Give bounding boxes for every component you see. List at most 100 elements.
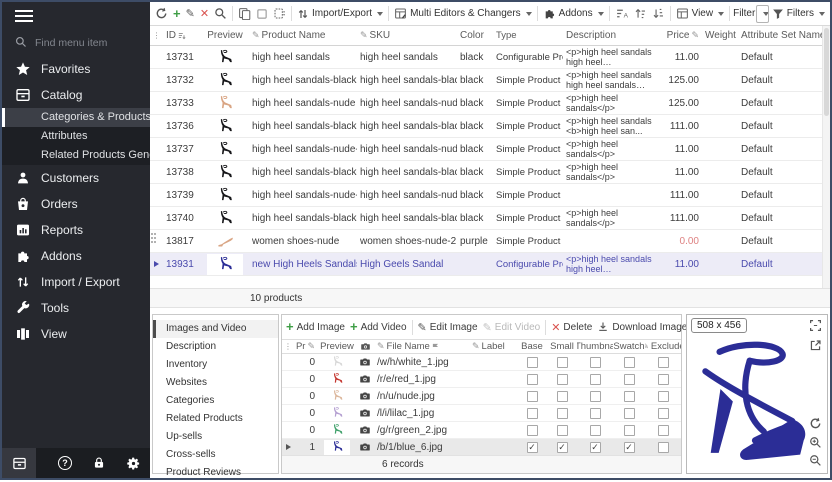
column-header-thumbnail[interactable]: Thumbna [577, 341, 613, 352]
edit-button[interactable]: ✎ [184, 5, 197, 22]
menu-toggle-button[interactable] [2, 2, 150, 30]
sort-desc-button[interactable] [650, 5, 667, 22]
product-row[interactable]: 13739 high heel sandals-nude-37 high hee… [150, 184, 822, 207]
column-header-small[interactable]: Small [547, 341, 577, 352]
column-header-type[interactable]: Type [493, 30, 563, 41]
grid-menu-icon[interactable]: ⋮ [284, 343, 292, 351]
column-header-sku[interactable]: ✎SKU [357, 30, 457, 41]
select-button[interactable] [254, 6, 270, 22]
column-header-preview[interactable]: Preview [201, 30, 249, 41]
paste-button[interactable] [271, 5, 288, 22]
sidebar-item-related-products-generator[interactable]: Related Products Generator [2, 146, 150, 165]
column-header-color[interactable]: Color [457, 30, 493, 41]
small-checkbox[interactable] [557, 442, 568, 453]
column-header-base[interactable]: Base [517, 341, 547, 352]
swatch-checkbox[interactable] [624, 408, 635, 419]
add-image-button[interactable]: +Add Image [284, 320, 347, 335]
swatch-checkbox[interactable] [624, 425, 635, 436]
product-row[interactable]: 13817 women shoes-nude women shoes-nude-… [150, 230, 822, 253]
image-row[interactable]: 0 /l/i/lilac_1.jpg [282, 405, 681, 422]
small-checkbox[interactable] [557, 391, 568, 402]
small-checkbox[interactable] [557, 357, 568, 368]
swatch-checkbox[interactable] [624, 442, 635, 453]
product-row[interactable]: 13738 high heel sandals-black-37 high he… [150, 161, 822, 184]
view-menu[interactable]: View [674, 5, 727, 22]
column-header-weight[interactable]: Weight [702, 30, 738, 41]
column-header-price[interactable]: Price✎ [656, 30, 702, 41]
base-checkbox[interactable] [527, 391, 538, 402]
column-header-description[interactable]: Description [563, 30, 656, 41]
open-external-icon[interactable] [809, 339, 822, 355]
exclude-checkbox[interactable] [658, 357, 669, 368]
delete-image-button[interactable]: ✕Delete [549, 319, 594, 336]
small-checkbox[interactable] [557, 374, 568, 385]
product-row[interactable]: 13737 high heel sandals-nude-36 high hee… [150, 138, 822, 161]
small-checkbox[interactable] [557, 408, 568, 419]
exclude-checkbox[interactable] [658, 442, 669, 453]
splitter-handle[interactable] [151, 233, 158, 247]
base-checkbox[interactable] [527, 442, 538, 453]
filters-menu[interactable]: Filters [770, 6, 827, 22]
detail-tab[interactable]: Categories [153, 392, 278, 410]
thumbnail-checkbox[interactable] [590, 374, 601, 385]
detail-tab[interactable]: Description [153, 338, 278, 356]
exclude-checkbox[interactable] [658, 425, 669, 436]
sort-az-button[interactable]: A [613, 5, 631, 22]
swatch-checkbox[interactable] [624, 357, 635, 368]
sidebar-item-orders[interactable]: Orders [2, 191, 150, 217]
detail-tab[interactable]: Related Products [153, 410, 278, 428]
column-header-position[interactable]: Pr✎ [294, 341, 318, 352]
zoom-in-icon[interactable] [809, 436, 822, 452]
product-row[interactable]: 13740 high heel sandals-black-38 high he… [150, 207, 822, 230]
column-header-label[interactable]: ✎Label [469, 341, 517, 352]
detail-tab[interactable]: Product Reviews [153, 464, 278, 482]
sidebar-item-attributes[interactable]: Attributes [2, 127, 150, 146]
copy-button[interactable] [236, 5, 253, 22]
sidebar-item-catalog[interactable]: Catalog [2, 82, 150, 108]
thumbnail-checkbox[interactable] [590, 425, 601, 436]
add-button[interactable]: + [171, 7, 183, 21]
exclude-checkbox[interactable] [658, 391, 669, 402]
import-export-menu[interactable]: Import/Export [295, 6, 385, 22]
sidebar-item-favorites[interactable]: Favorites [2, 56, 150, 82]
lock-icon[interactable] [82, 448, 116, 478]
help-icon[interactable]: ? [48, 448, 82, 478]
grid-menu-icon[interactable]: ⋮ [153, 32, 161, 40]
detail-tab[interactable]: Cross-sells [153, 446, 278, 464]
product-row[interactable]: 13736 high heel sandals-black-36 high he… [150, 115, 822, 138]
thumbnail-checkbox[interactable] [590, 442, 601, 453]
base-checkbox[interactable] [527, 425, 538, 436]
scrollbar-thumb[interactable] [824, 28, 829, 116]
column-header-preview[interactable]: Preview [318, 341, 356, 352]
column-header-exclude[interactable]: ✎Exclude [645, 341, 681, 352]
product-row[interactable]: 13733 high heel sandals-nude high heel s… [150, 92, 822, 115]
image-row[interactable]: 1 /b/1/blue_6.jpg [282, 439, 681, 456]
sidebar-item-customers[interactable]: Customers [2, 165, 150, 191]
download-image-button[interactable]: Download Image [595, 319, 689, 335]
image-row[interactable]: 0 /r/e/red_1.jpg [282, 371, 681, 388]
delete-button[interactable]: ✕ [198, 5, 211, 22]
rotate-icon[interactable] [809, 417, 822, 433]
base-checkbox[interactable] [527, 408, 538, 419]
swatch-checkbox[interactable] [624, 374, 635, 385]
detail-tab[interactable]: Websites [153, 374, 278, 392]
product-row[interactable]: 13931 new High Heels Sandals High Geels … [150, 253, 822, 276]
product-row[interactable]: 13731 high heel sandals high heel sandal… [150, 46, 822, 69]
sidebar-item-tools[interactable]: Tools [2, 295, 150, 321]
thumbnail-checkbox[interactable] [590, 357, 601, 368]
column-header-product-name[interactable]: ✎Product Name [249, 30, 357, 41]
base-checkbox[interactable] [527, 374, 538, 385]
thumbnail-checkbox[interactable] [590, 391, 601, 402]
zoom-out-icon[interactable] [809, 454, 822, 470]
settings-gear-icon[interactable] [116, 448, 150, 478]
column-header-attribute-set[interactable]: Attribute Set Name [738, 30, 822, 41]
products-icon[interactable] [2, 448, 36, 478]
exclude-checkbox[interactable] [658, 374, 669, 385]
column-header-swatch[interactable]: Swatch [613, 341, 645, 352]
refresh-button[interactable] [153, 5, 170, 22]
products-scrollbar[interactable] [822, 26, 830, 288]
column-header-id[interactable]: ID [163, 30, 201, 41]
addons-menu[interactable]: Addons [541, 5, 606, 22]
multi-editors-menu[interactable]: Multi Editors & Changers [392, 5, 534, 22]
column-header-file-name[interactable]: ✎File Name [374, 341, 469, 352]
